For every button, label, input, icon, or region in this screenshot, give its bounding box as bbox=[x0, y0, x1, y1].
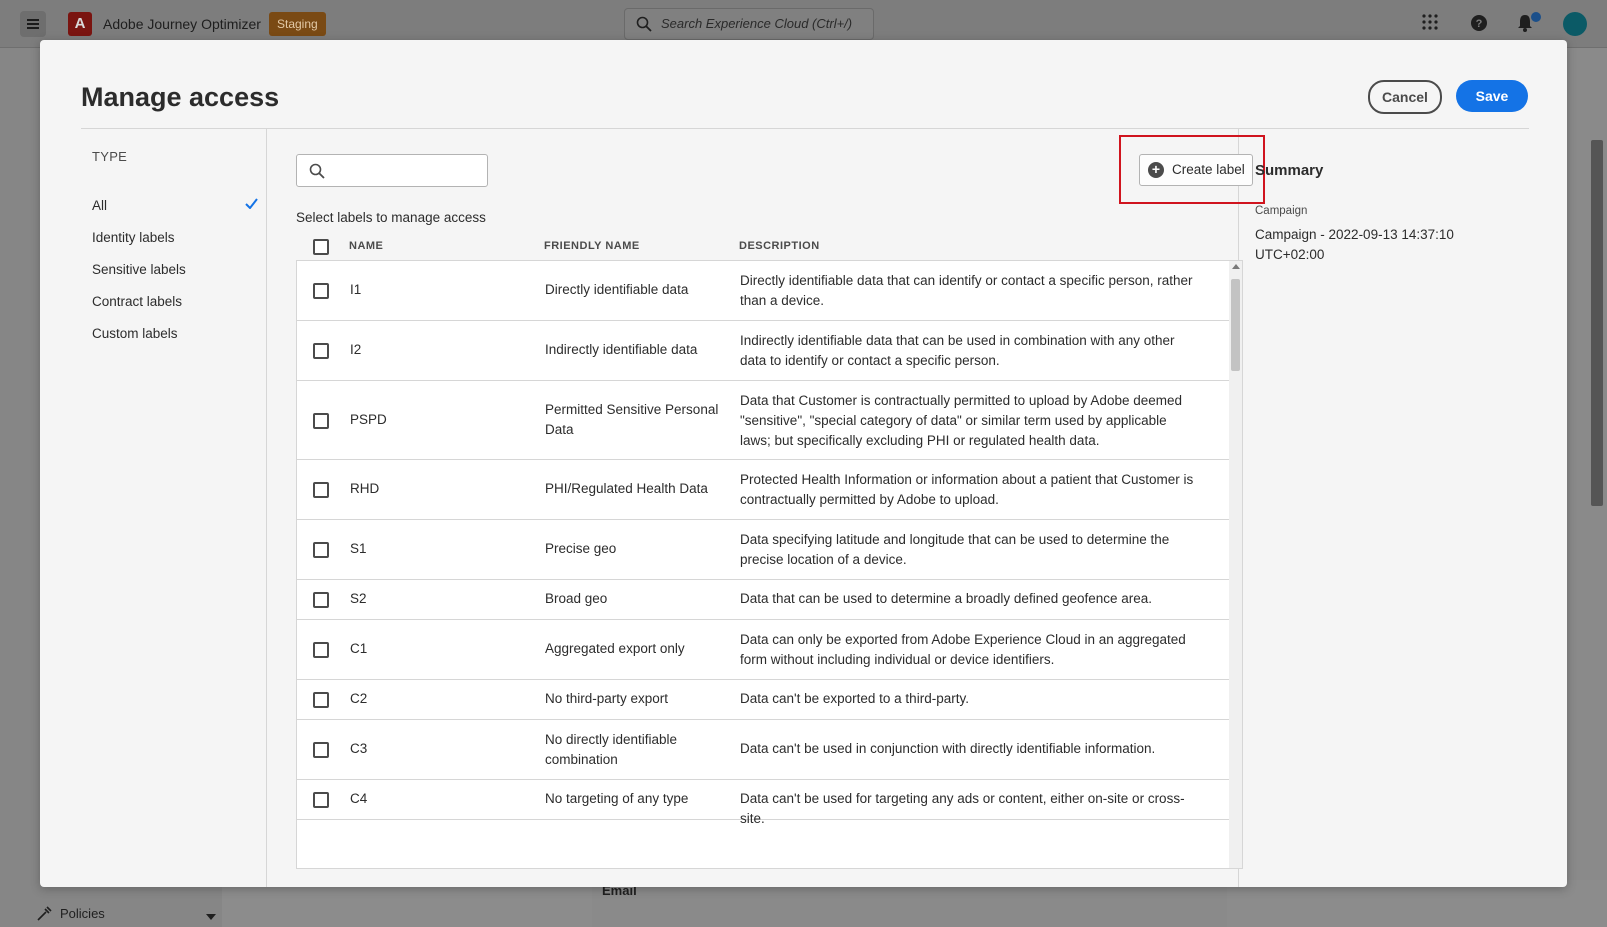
chevron-down-icon[interactable] bbox=[206, 914, 216, 920]
label-name: C4 bbox=[350, 791, 368, 806]
type-filter-all[interactable]: All bbox=[92, 198, 107, 213]
row-checkbox[interactable] bbox=[313, 542, 329, 558]
select-all-checkbox[interactable] bbox=[313, 239, 329, 255]
global-search-placeholder: Search Experience Cloud (Ctrl+/) bbox=[661, 16, 853, 31]
label-name: C3 bbox=[350, 741, 368, 756]
manage-access-dialog: Manage access Cancel Save TYPE All Ident… bbox=[40, 40, 1567, 887]
label-description: Data that can be used to determine a bro… bbox=[740, 591, 1153, 606]
label-description: Data specifying latitude and longitude t… bbox=[740, 532, 1170, 567]
type-panel-divider bbox=[266, 129, 267, 887]
type-heading: TYPE bbox=[92, 149, 128, 164]
row-checkbox[interactable] bbox=[313, 283, 329, 299]
row-checkbox[interactable] bbox=[313, 592, 329, 608]
row-checkbox[interactable] bbox=[313, 742, 329, 758]
search-icon bbox=[636, 16, 652, 32]
type-filter-contract[interactable]: Contract labels bbox=[92, 294, 182, 309]
row-checkbox[interactable] bbox=[313, 343, 329, 359]
summary-title: Summary bbox=[1255, 162, 1324, 179]
label-name: C1 bbox=[350, 641, 368, 656]
type-filter-custom[interactable]: Custom labels bbox=[92, 326, 178, 341]
label-friendly-name: Permitted Sensitive Personal Data bbox=[545, 402, 719, 437]
column-header-description[interactable]: DESCRIPTION bbox=[739, 240, 820, 252]
background-panel bbox=[222, 880, 592, 927]
summary-object-name: Campaign - 2022-09-13 14:37:10 UTC+02:00 bbox=[1255, 227, 1454, 262]
scrollbar-thumb[interactable] bbox=[1231, 279, 1240, 371]
labels-table-header: NAME FRIENDLY NAME DESCRIPTION bbox=[296, 232, 1242, 260]
row-checkbox[interactable] bbox=[313, 482, 329, 498]
table-row[interactable]: I2 Indirectly identifiable data Indirect… bbox=[297, 321, 1229, 381]
row-checkbox[interactable] bbox=[313, 642, 329, 658]
label-name: C2 bbox=[350, 691, 368, 706]
label-search-input[interactable] bbox=[296, 154, 488, 187]
column-header-name[interactable]: NAME bbox=[349, 240, 383, 252]
label-name: S1 bbox=[350, 541, 367, 556]
label-description: Directly identifiable data that can iden… bbox=[740, 273, 1193, 308]
title-divider bbox=[81, 128, 1529, 129]
label-description: Indirectly identifiable data that can be… bbox=[740, 333, 1175, 368]
apps-grid-icon[interactable] bbox=[1422, 14, 1438, 30]
label-name: I2 bbox=[350, 342, 362, 357]
background-panel-right bbox=[1227, 880, 1607, 927]
label-friendly-name: Directly identifiable data bbox=[545, 282, 689, 297]
label-description: Data can't be used in conjunction with d… bbox=[740, 741, 1156, 756]
label-friendly-name: No directly identifiable combination bbox=[545, 732, 678, 767]
table-row[interactable]: RHD PHI/Regulated Health Data Protected … bbox=[297, 460, 1229, 520]
labels-table-body: I1 Directly identifiable data Directly i… bbox=[296, 260, 1229, 869]
table-row[interactable]: S1 Precise geo Data specifying latitude … bbox=[297, 520, 1229, 580]
label-friendly-name: Precise geo bbox=[545, 541, 617, 556]
nav-item-policies[interactable]: Policies bbox=[60, 906, 105, 921]
menu-icon[interactable] bbox=[20, 11, 46, 37]
row-checkbox[interactable] bbox=[313, 692, 329, 708]
global-search-input[interactable]: Search Experience Cloud (Ctrl+/) bbox=[624, 8, 874, 40]
create-label-text: Create label bbox=[1172, 162, 1245, 177]
label-name: PSPD bbox=[350, 412, 387, 427]
policies-icon bbox=[37, 906, 52, 921]
adobe-logo-icon: A bbox=[68, 12, 92, 36]
dialog-title: Manage access bbox=[81, 82, 280, 112]
table-row[interactable]: PSPD Permitted Sensitive Personal Data D… bbox=[297, 381, 1229, 460]
create-label-button[interactable]: + Create label bbox=[1139, 154, 1253, 186]
table-row[interactable]: I1 Directly identifiable data Directly i… bbox=[297, 261, 1229, 321]
column-header-friendly-name[interactable]: FRIENDLY NAME bbox=[544, 240, 640, 252]
table-scrollbar[interactable] bbox=[1229, 260, 1243, 869]
table-row[interactable]: C1 Aggregated export only Data can only … bbox=[297, 620, 1229, 680]
label-name: I1 bbox=[350, 282, 362, 297]
add-circle-icon: + bbox=[1148, 162, 1164, 178]
table-row[interactable]: C4 No targeting of any type Data can't b… bbox=[297, 780, 1229, 826]
label-name: S2 bbox=[350, 591, 367, 606]
label-description: Protected Health Information or informat… bbox=[740, 472, 1194, 507]
row-checkbox[interactable] bbox=[313, 413, 329, 429]
page-scrollbar[interactable] bbox=[1591, 140, 1603, 506]
save-button[interactable]: Save bbox=[1456, 80, 1528, 112]
svg-text:?: ? bbox=[1476, 18, 1483, 30]
select-labels-hint: Select labels to manage access bbox=[296, 210, 486, 225]
type-filter-identity[interactable]: Identity labels bbox=[92, 230, 175, 245]
table-row[interactable]: C2 No third-party export Data can't be e… bbox=[297, 680, 1229, 720]
checkmark-icon bbox=[245, 198, 258, 209]
table-row[interactable]: S2 Broad geo Data that can be used to de… bbox=[297, 580, 1229, 620]
environment-badge[interactable]: Staging bbox=[269, 12, 326, 36]
type-filter-sensitive[interactable]: Sensitive labels bbox=[92, 262, 186, 277]
search-icon bbox=[309, 163, 325, 179]
help-icon[interactable]: ? bbox=[1470, 14, 1488, 32]
row-checkbox[interactable] bbox=[313, 792, 329, 808]
app-name: Adobe Journey Optimizer bbox=[103, 16, 261, 32]
label-description: Data can't be exported to a third-party. bbox=[740, 691, 969, 706]
label-friendly-name: Broad geo bbox=[545, 591, 608, 606]
label-friendly-name: No targeting of any type bbox=[545, 791, 689, 806]
label-friendly-name: Indirectly identifiable data bbox=[545, 342, 698, 357]
user-avatar[interactable] bbox=[1563, 12, 1587, 36]
label-friendly-name: No third-party export bbox=[545, 691, 669, 706]
notification-badge bbox=[1531, 12, 1541, 22]
label-description: Data can't be used for targeting any ads… bbox=[740, 791, 1185, 826]
label-description: Data that Customer is contractually perm… bbox=[740, 393, 1182, 448]
label-name: RHD bbox=[350, 481, 380, 496]
cancel-button[interactable]: Cancel bbox=[1368, 80, 1442, 114]
summary-object-type: Campaign bbox=[1255, 205, 1308, 217]
label-friendly-name: PHI/Regulated Health Data bbox=[545, 481, 708, 496]
table-row[interactable]: C3 No directly identifiable combination … bbox=[297, 720, 1229, 780]
label-description: Data can only be exported from Adobe Exp… bbox=[740, 632, 1186, 667]
label-friendly-name: Aggregated export only bbox=[545, 641, 685, 656]
scroll-up-arrow-icon[interactable] bbox=[1232, 264, 1240, 269]
